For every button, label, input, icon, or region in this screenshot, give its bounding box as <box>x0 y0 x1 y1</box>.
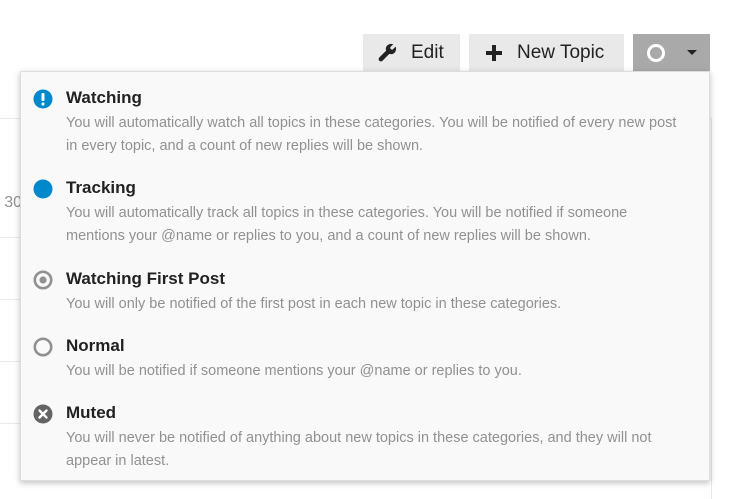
exclamation-circle-icon <box>33 89 53 109</box>
menu-item-watching-first-post[interactable]: Watching First Post You will only be not… <box>21 269 709 317</box>
empty-circle-icon <box>647 43 665 62</box>
times-circle-icon <box>33 404 53 424</box>
menu-item-normal[interactable]: Normal You will be notified if someone m… <box>21 336 709 384</box>
menu-item-title: Watching First Post <box>66 269 225 288</box>
dot-circle-icon <box>33 270 53 290</box>
new-topic-button[interactable]: New Topic <box>469 34 624 71</box>
plus-icon <box>483 42 505 64</box>
menu-item-watching[interactable]: Watching You will automatically watch al… <box>21 88 709 158</box>
menu-item-description: You will only be notified of the first p… <box>66 296 562 312</box>
background-partial-count: 30 <box>4 194 22 211</box>
notification-level-menu: Watching You will automatically watch al… <box>20 71 710 481</box>
new-topic-button-label: New Topic <box>517 41 605 63</box>
menu-item-description: You will automatically watch all topics … <box>66 115 677 154</box>
notification-level-button[interactable] <box>633 34 710 71</box>
menu-item-title: Tracking <box>66 178 136 197</box>
edit-button-label: Edit <box>411 41 444 63</box>
filled-circle-icon <box>33 179 53 199</box>
edit-button[interactable]: Edit <box>363 34 460 71</box>
menu-item-muted[interactable]: Muted You will never be notified of anyt… <box>21 403 709 473</box>
menu-item-title: Normal <box>66 336 125 355</box>
menu-item-description: You will never be notified of anything a… <box>66 430 652 469</box>
menu-item-description: You will be notified if someone mentions… <box>66 363 522 379</box>
menu-item-tracking[interactable]: Tracking You will automatically track al… <box>21 178 709 248</box>
wrench-icon <box>377 42 399 64</box>
caret-down-icon <box>687 50 697 55</box>
menu-item-title: Muted <box>66 403 117 422</box>
menu-item-title: Watching <box>66 88 142 107</box>
empty-circle-icon <box>33 337 53 357</box>
menu-item-description: You will automatically track all topics … <box>66 205 628 244</box>
